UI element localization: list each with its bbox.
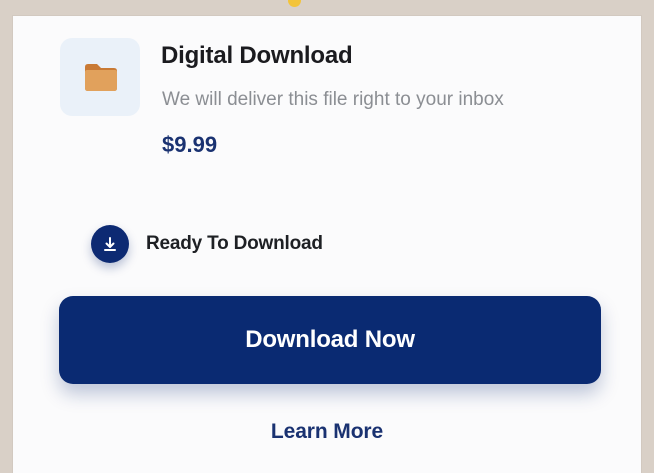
download-card: Digital Download We will deliver this fi… <box>13 16 641 473</box>
download-status-label: Ready To Download <box>146 233 323 254</box>
product-thumbnail <box>60 38 140 116</box>
product-title: Digital Download <box>161 42 353 69</box>
download-now-button[interactable]: Download Now <box>59 296 601 384</box>
learn-more-link[interactable]: Learn More <box>13 420 641 444</box>
top-indicator-dot <box>288 0 301 7</box>
download-icon <box>91 225 129 263</box>
product-price: $9.99 <box>162 132 218 157</box>
folder-icon <box>85 64 117 91</box>
download-status: Ready To Download <box>91 224 323 264</box>
product-description: We will deliver this file right to your … <box>162 89 504 110</box>
screen-frame: Digital Download We will deliver this fi… <box>0 0 654 473</box>
